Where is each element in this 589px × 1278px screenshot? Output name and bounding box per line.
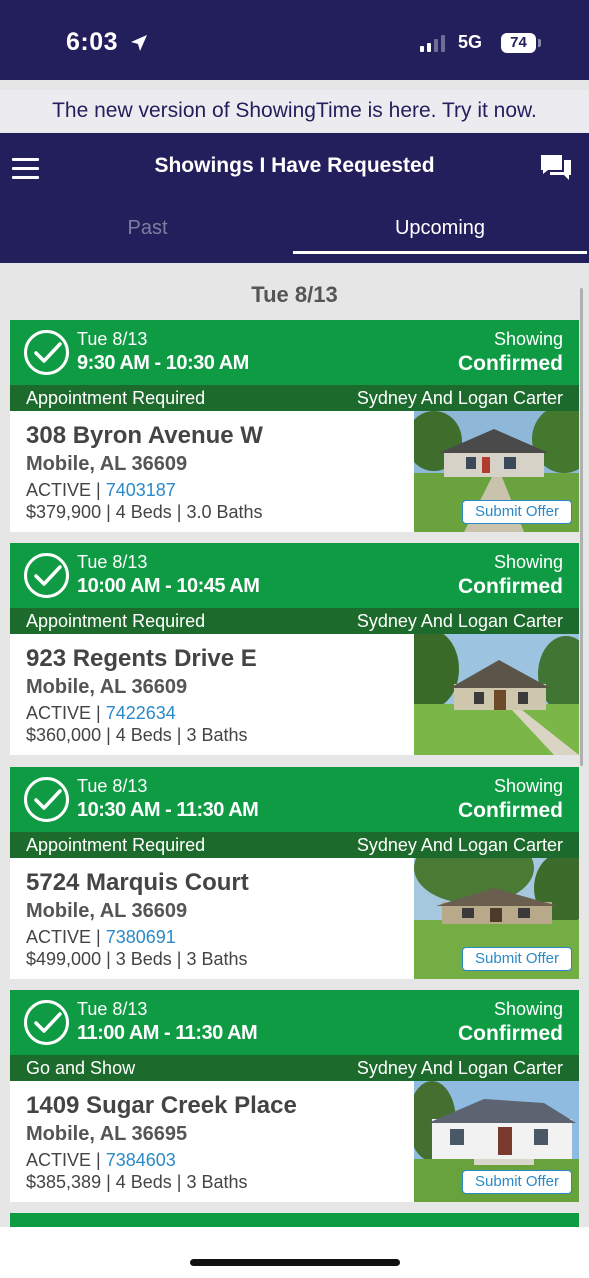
- showing-status: Confirmed: [458, 1022, 563, 1045]
- showing-time: 10:30 AM - 11:30 AM: [77, 799, 259, 821]
- appointment-type: Appointment Required: [26, 835, 206, 855]
- agent-name: Sydney And Logan Carter: [356, 388, 563, 408]
- showing-card[interactable]: Tue 8/13 10:30 AM - 11:30 AM Showing Con…: [10, 767, 579, 979]
- property-address: 1409 Sugar Creek Place: [26, 1092, 297, 1119]
- showing-date: Tue 8/13: [77, 999, 148, 1019]
- cellular-signal-icon: [420, 34, 445, 52]
- listing-status-line: ACTIVE | 7422634: [26, 703, 176, 723]
- new-version-banner[interactable]: The new version of ShowingTime is here. …: [0, 90, 589, 132]
- showing-card-subheader: Appointment Required Sydney And Logan Ca…: [10, 385, 579, 411]
- submit-offer-button[interactable]: Submit Offer: [462, 1170, 572, 1194]
- showing-date: Tue 8/13: [77, 552, 148, 572]
- showing-status-label: Showing: [493, 552, 563, 572]
- selected-tab-indicator: [293, 251, 587, 254]
- listing-status: ACTIVE: [26, 480, 92, 500]
- listing-status: ACTIVE: [26, 927, 92, 947]
- bottom-safe-area: [0, 1227, 589, 1278]
- mls-number-link[interactable]: 7422634: [106, 703, 176, 723]
- battery-icon: 74: [501, 33, 536, 53]
- home-indicator[interactable]: [190, 1259, 400, 1266]
- showing-card-subheader: Appointment Required Sydney And Logan Ca…: [10, 832, 579, 858]
- clock-text: 6:03: [66, 28, 119, 56]
- app-header: Showings I Have Requested Past Upcoming: [0, 133, 589, 263]
- showing-card-header: Tue 8/13 10:00 AM - 10:45 AM Showing Con…: [10, 543, 579, 608]
- battery-nub: [538, 39, 541, 47]
- property-city: Mobile, AL 36609: [26, 900, 188, 922]
- tab-upcoming[interactable]: Upcoming: [293, 217, 587, 240]
- showing-card[interactable]: Tue 8/13 11:00 AM - 11:30 AM Showing Con…: [10, 990, 579, 1202]
- scrollbar[interactable]: [580, 288, 583, 766]
- showing-status: Confirmed: [458, 799, 563, 822]
- appointment-type: Appointment Required: [26, 611, 206, 631]
- agent-name: Sydney And Logan Carter: [356, 611, 563, 631]
- listing-status: ACTIVE: [26, 703, 92, 723]
- mls-number-link[interactable]: 7403187: [106, 480, 176, 500]
- property-address: 923 Regents Drive E: [26, 645, 257, 672]
- property-city: Mobile, AL 36609: [26, 676, 188, 698]
- submit-offer-button[interactable]: Submit Offer: [462, 500, 572, 524]
- showing-status-label: Showing: [493, 776, 563, 796]
- tab-past[interactable]: Past: [0, 217, 295, 240]
- appointment-type: Go and Show: [26, 1058, 136, 1078]
- property-photo[interactable]: [414, 634, 579, 755]
- showing-card-header: Tue 8/13 9:30 AM - 10:30 AM Showing Conf…: [10, 320, 579, 385]
- listing-status-line: ACTIVE | 7384603: [26, 1150, 176, 1170]
- page-title: Showings I Have Requested: [154, 154, 435, 177]
- confirmed-check-icon: [24, 777, 69, 822]
- showing-date: Tue 8/13: [77, 776, 148, 796]
- showing-card-partial[interactable]: [10, 1213, 579, 1227]
- status-time: 6:03: [66, 28, 148, 57]
- appointment-type: Appointment Required: [26, 388, 206, 408]
- property-city: Mobile, AL 36609: [26, 453, 188, 475]
- showing-date: Tue 8/13: [77, 329, 148, 349]
- property-address: 308 Byron Avenue W: [26, 422, 263, 449]
- showing-card-header: Tue 8/13 10:30 AM - 11:30 AM Showing Con…: [10, 767, 579, 832]
- agent-name: Sydney And Logan Carter: [356, 835, 563, 855]
- confirmed-check-icon: [24, 330, 69, 375]
- showing-time: 9:30 AM - 10:30 AM: [77, 352, 249, 374]
- messages-icon[interactable]: [540, 153, 572, 183]
- showing-card[interactable]: Tue 8/13 10:00 AM - 10:45 AM Showing Con…: [10, 543, 579, 755]
- mls-number-link[interactable]: 7384603: [106, 1150, 176, 1170]
- showing-card[interactable]: Tue 8/13 9:30 AM - 10:30 AM Showing Conf…: [10, 320, 579, 532]
- showing-status-label: Showing: [493, 329, 563, 349]
- status-bar: 6:03 5G 74: [0, 0, 589, 80]
- showing-status: Confirmed: [458, 352, 563, 375]
- property-details: $379,900 | 4 Beds | 3.0 Baths: [26, 502, 263, 522]
- confirmed-check-icon: [24, 553, 69, 598]
- property-city: Mobile, AL 36695: [26, 1123, 188, 1145]
- date-section-heading: Tue 8/13: [251, 282, 338, 307]
- location-arrow-icon: [130, 35, 147, 51]
- listing-status-line: ACTIVE | 7380691: [26, 927, 176, 947]
- network-type: 5G: [458, 32, 483, 52]
- property-details: $499,000 | 3 Beds | 3 Baths: [26, 949, 248, 969]
- submit-offer-button[interactable]: Submit Offer: [462, 947, 572, 971]
- property-details: $385,389 | 4 Beds | 3 Baths: [26, 1172, 248, 1192]
- showing-time: 10:00 AM - 10:45 AM: [77, 575, 260, 597]
- property-details: $360,000 | 4 Beds | 3 Baths: [26, 725, 248, 745]
- mls-number-link[interactable]: 7380691: [106, 927, 176, 947]
- agent-name: Sydney And Logan Carter: [356, 1058, 563, 1078]
- confirmed-check-icon: [24, 1000, 69, 1045]
- showing-card-header: Tue 8/13 11:00 AM - 11:30 AM Showing Con…: [10, 990, 579, 1055]
- showing-time: 11:00 AM - 11:30 AM: [77, 1022, 258, 1044]
- property-address: 5724 Marquis Court: [26, 869, 249, 896]
- listing-status: ACTIVE: [26, 1150, 92, 1170]
- showing-status-label: Showing: [493, 999, 563, 1019]
- showing-card-subheader: Appointment Required Sydney And Logan Ca…: [10, 608, 579, 634]
- showing-card-subheader: Go and Show Sydney And Logan Carter: [10, 1055, 579, 1081]
- showing-status: Confirmed: [458, 575, 563, 598]
- listing-status-line: ACTIVE | 7403187: [26, 480, 176, 500]
